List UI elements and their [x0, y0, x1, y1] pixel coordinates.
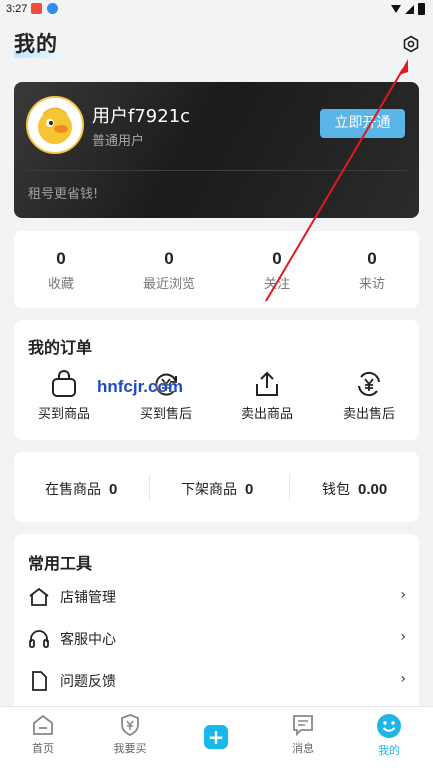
status-time: 3:27 — [6, 3, 28, 15]
stat-label: 收藏 — [47, 277, 74, 292]
document-icon — [32, 671, 47, 691]
wallet-card: 在售商品 0 下架商品 0 钱包 0.00 — [14, 452, 419, 522]
upload-icon — [256, 371, 278, 396]
tools-title: 常用工具 — [28, 554, 93, 573]
stat-value: 0 — [56, 249, 66, 268]
signal-icon — [405, 4, 414, 14]
order-bought-items[interactable]: 买到商品 — [24, 370, 104, 422]
tab-label: 消息 — [292, 742, 314, 755]
stat-label: 来访 — [358, 277, 385, 292]
headset-icon — [29, 630, 49, 648]
shield-yen-icon — [121, 714, 139, 737]
tab-label: 我要买 — [113, 742, 147, 755]
stat-value: 0 — [164, 249, 174, 268]
order-label: 卖出售后 — [342, 407, 395, 422]
wallet-balance[interactable]: 钱包 0.00 — [322, 479, 387, 499]
notification-app-icon — [31, 3, 42, 14]
tab-label: 我的 — [378, 744, 400, 757]
on-sale-label: 在售商品 — [45, 482, 101, 498]
tab-label: 首页 — [32, 742, 54, 755]
chevron-right-icon: › — [400, 587, 406, 603]
stat-favorites[interactable]: 0 收藏 — [21, 249, 101, 292]
tab-buy[interactable]: 我要买 — [95, 713, 165, 756]
message-icon — [293, 715, 313, 737]
refresh-yen-icon — [358, 371, 380, 397]
username: 用户f7921c — [92, 106, 191, 127]
tab-mine[interactable]: 我的 — [354, 713, 424, 758]
tool-label: 店铺管理 — [60, 590, 116, 606]
tab-messages[interactable]: 消息 — [268, 713, 338, 756]
status-bar: 3:27 — [0, 0, 433, 18]
stat-following[interactable]: 0 关注 — [237, 249, 317, 292]
order-label: 买到商品 — [37, 407, 90, 422]
settings-icon[interactable] — [402, 35, 420, 53]
off-shelf-value: 0 — [245, 481, 254, 498]
tool-feedback[interactable]: 问题反馈 › — [28, 670, 406, 692]
publish-plus-button[interactable]: + — [204, 725, 228, 749]
tool-store-management[interactable]: 店铺管理 › — [28, 586, 406, 608]
stat-label: 最近浏览 — [142, 277, 195, 292]
stat-recent-views[interactable]: 0 最近浏览 — [129, 249, 209, 292]
stat-value: 0 — [272, 249, 282, 268]
stat-value: 0 — [367, 249, 377, 268]
orders-title: 我的订单 — [28, 338, 93, 357]
duck-avatar-icon — [38, 107, 72, 144]
order-label: 卖出商品 — [240, 407, 293, 422]
order-sold-items[interactable]: 卖出商品 — [227, 370, 307, 422]
battery-icon — [418, 3, 425, 15]
on-sale-value: 0 — [109, 481, 118, 498]
wallet-value: 0.00 — [358, 481, 388, 498]
user-type: 普通用户 — [92, 134, 145, 149]
on-sale-items[interactable]: 在售商品 0 — [45, 479, 117, 499]
notification-download-icon — [47, 3, 58, 14]
stat-visitors[interactable]: 0 来访 — [332, 249, 412, 292]
tool-label: 客服中心 — [60, 632, 116, 648]
shopping-bag-icon — [52, 370, 76, 397]
tool-label: 问题反馈 — [60, 674, 116, 690]
tab-home[interactable]: 首页 — [8, 713, 78, 756]
status-indicators — [391, 3, 425, 15]
stat-label: 关注 — [263, 277, 290, 292]
stats-card: 0 收藏 0 最近浏览 0 关注 0 来访 — [14, 231, 419, 308]
smile-icon — [377, 714, 401, 738]
wallet-label: 钱包 — [322, 482, 350, 498]
bottom-tab-bar: 首页 我要买 + 消息 我的 — [0, 706, 433, 771]
home-icon — [33, 714, 53, 735]
card-divider — [26, 170, 407, 171]
orders-card: 我的订单 买到商品 买到售后 卖出商品 卖出售后 — [14, 320, 419, 440]
page-title: 我的 — [14, 32, 58, 56]
divider — [289, 474, 290, 500]
tools-card: 常用工具 店铺管理 › 客服中心 › 问题反馈 › — [14, 534, 419, 734]
order-sold-aftersale[interactable]: 卖出售后 — [329, 370, 409, 422]
watermark: hnfcjr.com — [97, 377, 183, 396]
membership-slogan: 租号更省钱! — [28, 187, 99, 202]
order-label: 买到售后 — [139, 407, 192, 422]
wifi-icon — [391, 5, 401, 13]
avatar[interactable] — [26, 96, 84, 154]
chevron-right-icon: › — [400, 671, 406, 687]
membership-card: 用户f7921c 普通用户 立即开通 租号更省钱! — [14, 82, 419, 218]
chevron-right-icon: › — [400, 629, 406, 645]
off-shelf-label: 下架商品 — [181, 482, 237, 498]
store-icon — [29, 587, 49, 606]
divider — [149, 474, 150, 500]
tool-customer-service[interactable]: 客服中心 › — [28, 628, 406, 650]
off-shelf-items[interactable]: 下架商品 0 — [181, 479, 253, 499]
open-membership-button[interactable]: 立即开通 — [320, 109, 405, 138]
